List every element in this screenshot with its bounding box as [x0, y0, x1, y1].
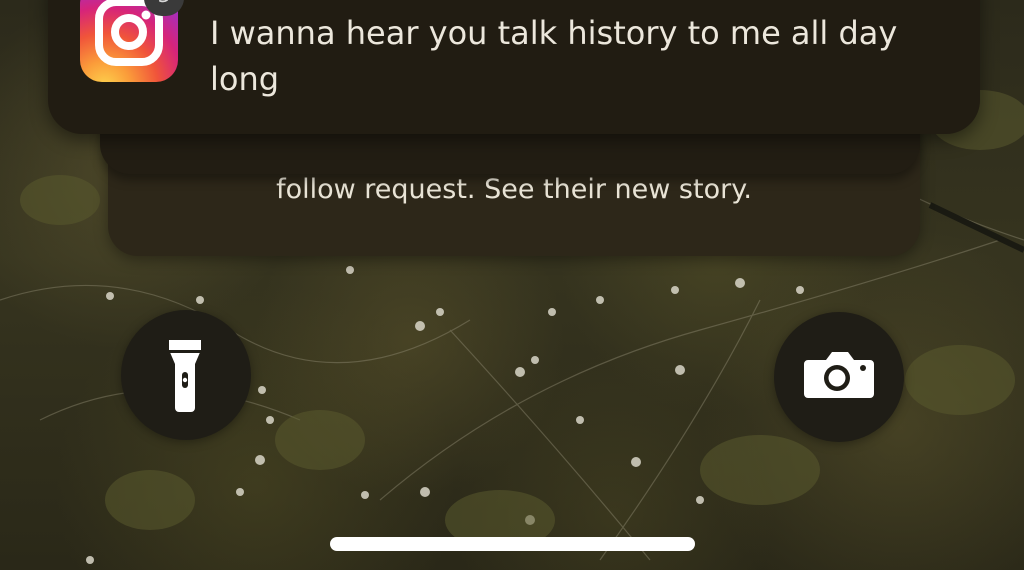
flashlight-icon	[169, 340, 201, 412]
camera-button[interactable]	[774, 312, 904, 442]
lock-screen: follow request. See their new story. 3 I…	[0, 0, 1024, 570]
sender-name-cropped	[210, 0, 900, 6]
notification-message: I wanna hear you talk history to me all …	[210, 14, 898, 98]
stacked-notification-text: follow request. See their new story.	[276, 174, 752, 205]
camera-icon	[804, 352, 874, 398]
flashlight-button[interactable]	[121, 310, 251, 440]
home-indicator[interactable]	[330, 537, 695, 551]
